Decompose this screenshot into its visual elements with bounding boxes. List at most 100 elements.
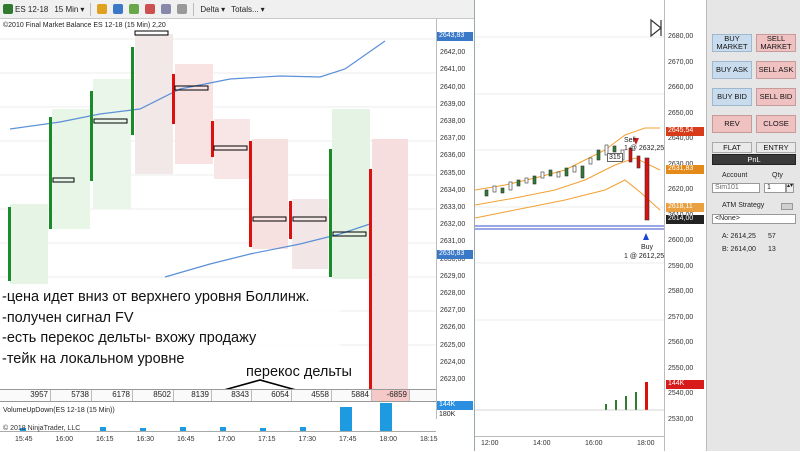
price-tick-label: 2639,00 bbox=[440, 100, 466, 108]
volume-bar bbox=[300, 427, 306, 431]
price-tick-label: 2600,00 bbox=[668, 237, 694, 244]
time-tick-label: 14:00 bbox=[533, 440, 551, 447]
volume-bar bbox=[140, 428, 146, 431]
price-flag-middle: 2631,83 bbox=[666, 165, 704, 174]
instrument-selector[interactable]: ES 12-18 bbox=[3, 4, 48, 14]
annotation-line-2: -получен сигнал FV bbox=[2, 309, 134, 326]
delta-cell: 6054 bbox=[252, 390, 292, 401]
left-time-axis[interactable]: 15:45 16:00 16:15 16:30 16:45 17:00 17:15 17:30… bbox=[0, 432, 438, 451]
qty-stepper[interactable]: ▴▾ bbox=[786, 183, 794, 193]
instrument-icon bbox=[3, 4, 13, 14]
account-label: Account bbox=[722, 172, 748, 179]
price-tick-label: 2580,00 bbox=[668, 288, 694, 295]
delta-selector[interactable]: Delta ▾ bbox=[200, 5, 225, 14]
time-tick-label: 18:15 bbox=[420, 436, 438, 443]
volume-flag: 144K bbox=[666, 380, 704, 389]
time-tick-label: 18:00 bbox=[379, 436, 398, 443]
ask-price-label: A: 2614,25 bbox=[722, 233, 756, 240]
close-position-button[interactable]: CLOSE bbox=[756, 115, 796, 133]
chevron-down-icon: ▾ bbox=[260, 4, 265, 14]
volume-bars bbox=[605, 382, 648, 410]
annotation-text: -цена идет вниз от верхнего уровня Болли… bbox=[2, 287, 310, 369]
sell-quantity-badge: 315 bbox=[607, 153, 623, 162]
properties-icon[interactable] bbox=[177, 4, 188, 14]
buy-arrow-icon bbox=[643, 233, 649, 240]
candles bbox=[484, 144, 650, 221]
price-tick-label: 2624,00 bbox=[440, 358, 466, 366]
crosshair-icon[interactable] bbox=[129, 4, 140, 14]
chart-end-marker-icon[interactable] bbox=[650, 18, 662, 38]
buy-bid-button[interactable]: BUY BID bbox=[712, 88, 752, 106]
account-select[interactable]: Sim101 bbox=[712, 183, 760, 193]
middle-band-line bbox=[475, 157, 661, 206]
toolbar-divider bbox=[193, 2, 195, 16]
qty-input[interactable]: 1 bbox=[764, 183, 786, 193]
sell-execution-label: Sell bbox=[624, 137, 636, 144]
time-tick-label: 15:45 bbox=[15, 436, 33, 443]
price-tick-label: 2560,00 bbox=[668, 339, 694, 346]
strategies-icon[interactable] bbox=[161, 4, 172, 14]
price-tick-label: 2640,00 bbox=[440, 83, 466, 91]
interval-selector[interactable]: 15 Min ▾ bbox=[54, 5, 84, 14]
toolbar-divider bbox=[90, 2, 92, 16]
volume-scale-label: 180K bbox=[439, 411, 456, 418]
atm-strategy-select[interactable]: <None> bbox=[712, 214, 796, 224]
delta-cell: 8139 bbox=[174, 390, 212, 401]
volume-bar bbox=[220, 427, 226, 431]
price-tick-label: 2635,00 bbox=[440, 169, 466, 177]
price-tick-label: 2570,00 bbox=[668, 313, 694, 321]
sell-bid-button[interactable]: SELL BID bbox=[756, 88, 796, 106]
price-tick-label: 2660,00 bbox=[668, 84, 694, 91]
delta-cell: 8502 bbox=[133, 390, 174, 401]
buy-ask-button[interactable]: BUY ASK bbox=[712, 61, 752, 79]
atm-strategy-options-button[interactable] bbox=[781, 203, 793, 210]
pnl-display[interactable]: PnL bbox=[712, 154, 796, 165]
price-tick-label: 2680,00 bbox=[668, 33, 694, 40]
volume-flag: 144K bbox=[437, 401, 473, 410]
delta-cell: -6859 bbox=[372, 390, 410, 401]
copyright-text: © 2018 NinjaTrader, LLC bbox=[3, 425, 81, 432]
left-price-axis[interactable]: 2643,002642,002641,002640,002639,002638,… bbox=[436, 19, 475, 419]
sell-market-button[interactable]: SELL MARKET bbox=[756, 34, 796, 52]
price-tick-label: 2626,00 bbox=[440, 324, 466, 332]
right-time-axis[interactable]: 12:00 14:00 16:00 18:00 bbox=[475, 436, 664, 452]
price-tick-label: 2623,00 bbox=[440, 376, 466, 383]
volume-bar bbox=[100, 427, 106, 431]
price-tick-label: 2628,00 bbox=[440, 290, 466, 297]
price-flag-top: 2643,83 bbox=[437, 32, 473, 41]
flat-button[interactable]: FLAT bbox=[712, 142, 752, 153]
buy-market-button[interactable]: BUY MARKET bbox=[712, 34, 752, 52]
volume-bar bbox=[380, 403, 392, 431]
chevron-down-icon: ▾ bbox=[221, 4, 226, 14]
candlestick-plot-area[interactable] bbox=[475, 0, 664, 436]
delta-cell: 5884 bbox=[332, 390, 372, 401]
sell-execution-price: 1 @ 2632,25 bbox=[624, 145, 665, 152]
delta-cell: 6178 bbox=[92, 390, 133, 401]
price-tick-label: 2632,00 bbox=[440, 221, 466, 229]
qty-label: Qty bbox=[772, 172, 783, 179]
price-tick-label: 2634,00 bbox=[440, 186, 466, 194]
time-tick-label: 16:00 bbox=[55, 436, 74, 443]
entry-button[interactable]: ENTRY bbox=[756, 142, 796, 153]
indicators-icon[interactable] bbox=[145, 4, 156, 14]
chart-toolbar: ES 12-18 15 Min ▾ Delta ▾ Totals... ▾ bbox=[0, 0, 474, 19]
price-tick-label: 2550,00 bbox=[668, 364, 694, 372]
drawing-tool-icon[interactable] bbox=[97, 4, 108, 14]
price-tick-label: 2640,00 bbox=[668, 135, 694, 142]
price-tick-label: 2590,00 bbox=[668, 262, 694, 270]
ask-size-label: 57 bbox=[768, 233, 776, 240]
volume-bar bbox=[180, 427, 186, 431]
sell-ask-button[interactable]: SELL ASK bbox=[756, 61, 796, 79]
buy-execution-price: 1 @ 2612,25 bbox=[624, 253, 665, 260]
gridlines bbox=[475, 36, 664, 321]
volume-bar bbox=[260, 428, 266, 431]
reverse-button[interactable]: REV bbox=[712, 115, 752, 133]
price-tick-label: 2638,00 bbox=[440, 118, 466, 125]
time-tick-label: 17:00 bbox=[217, 436, 236, 443]
delta-cell: 5738 bbox=[51, 390, 92, 401]
zoom-icon[interactable] bbox=[113, 4, 124, 14]
delta-cell: 4558 bbox=[292, 390, 332, 401]
totals-selector[interactable]: Totals... ▾ bbox=[231, 5, 265, 14]
price-tick-label: 2631,00 bbox=[440, 238, 466, 246]
time-tick-label: 16:00 bbox=[585, 440, 603, 447]
